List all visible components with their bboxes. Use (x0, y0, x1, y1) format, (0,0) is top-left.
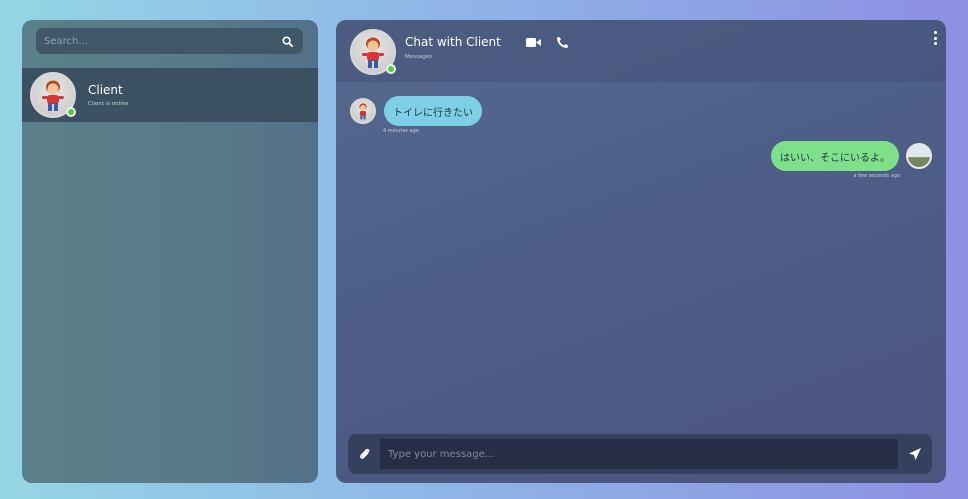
more-options-icon[interactable] (930, 30, 940, 46)
message-outgoing: はいい、そこにいるよ。 (771, 141, 932, 171)
message-input[interactable] (380, 439, 898, 469)
contacts-panel: Client Client is online (22, 20, 318, 483)
message-bubble: トイレに行きたい (384, 96, 482, 126)
send-icon[interactable] (898, 434, 932, 474)
chat-header-avatar (350, 29, 396, 75)
paperclip-icon[interactable] (348, 434, 380, 474)
chat-title: Chat with Client (405, 35, 501, 49)
search-icon[interactable] (275, 29, 299, 53)
message-bubble: はいい、そこにいるよ。 (771, 141, 899, 171)
message-avatar (350, 98, 376, 124)
online-status-dot (66, 107, 76, 117)
message-time: a few seconds ago (853, 173, 901, 179)
contact-item-client[interactable]: Client Client is online (22, 68, 318, 122)
character-avatar-image (359, 103, 367, 120)
contact-name: Client (88, 83, 123, 97)
online-status-dot (386, 64, 396, 74)
message-incoming: トイレに行きたい (350, 96, 482, 126)
phone-icon[interactable] (556, 34, 569, 50)
chat-panel: Chat with Client Messages トイレに行きたい 4 min… (336, 20, 946, 483)
contact-avatar (30, 72, 76, 118)
contact-status: Client is online (88, 101, 129, 107)
user-avatar (906, 143, 932, 169)
video-camera-icon[interactable] (526, 34, 541, 50)
message-time: 4 minutes ago (383, 128, 419, 134)
chat-header: Chat with Client Messages (336, 20, 946, 82)
search-input[interactable] (36, 28, 275, 54)
search-box (36, 28, 303, 54)
chat-subtitle: Messages (405, 54, 432, 60)
message-composer (348, 434, 932, 474)
